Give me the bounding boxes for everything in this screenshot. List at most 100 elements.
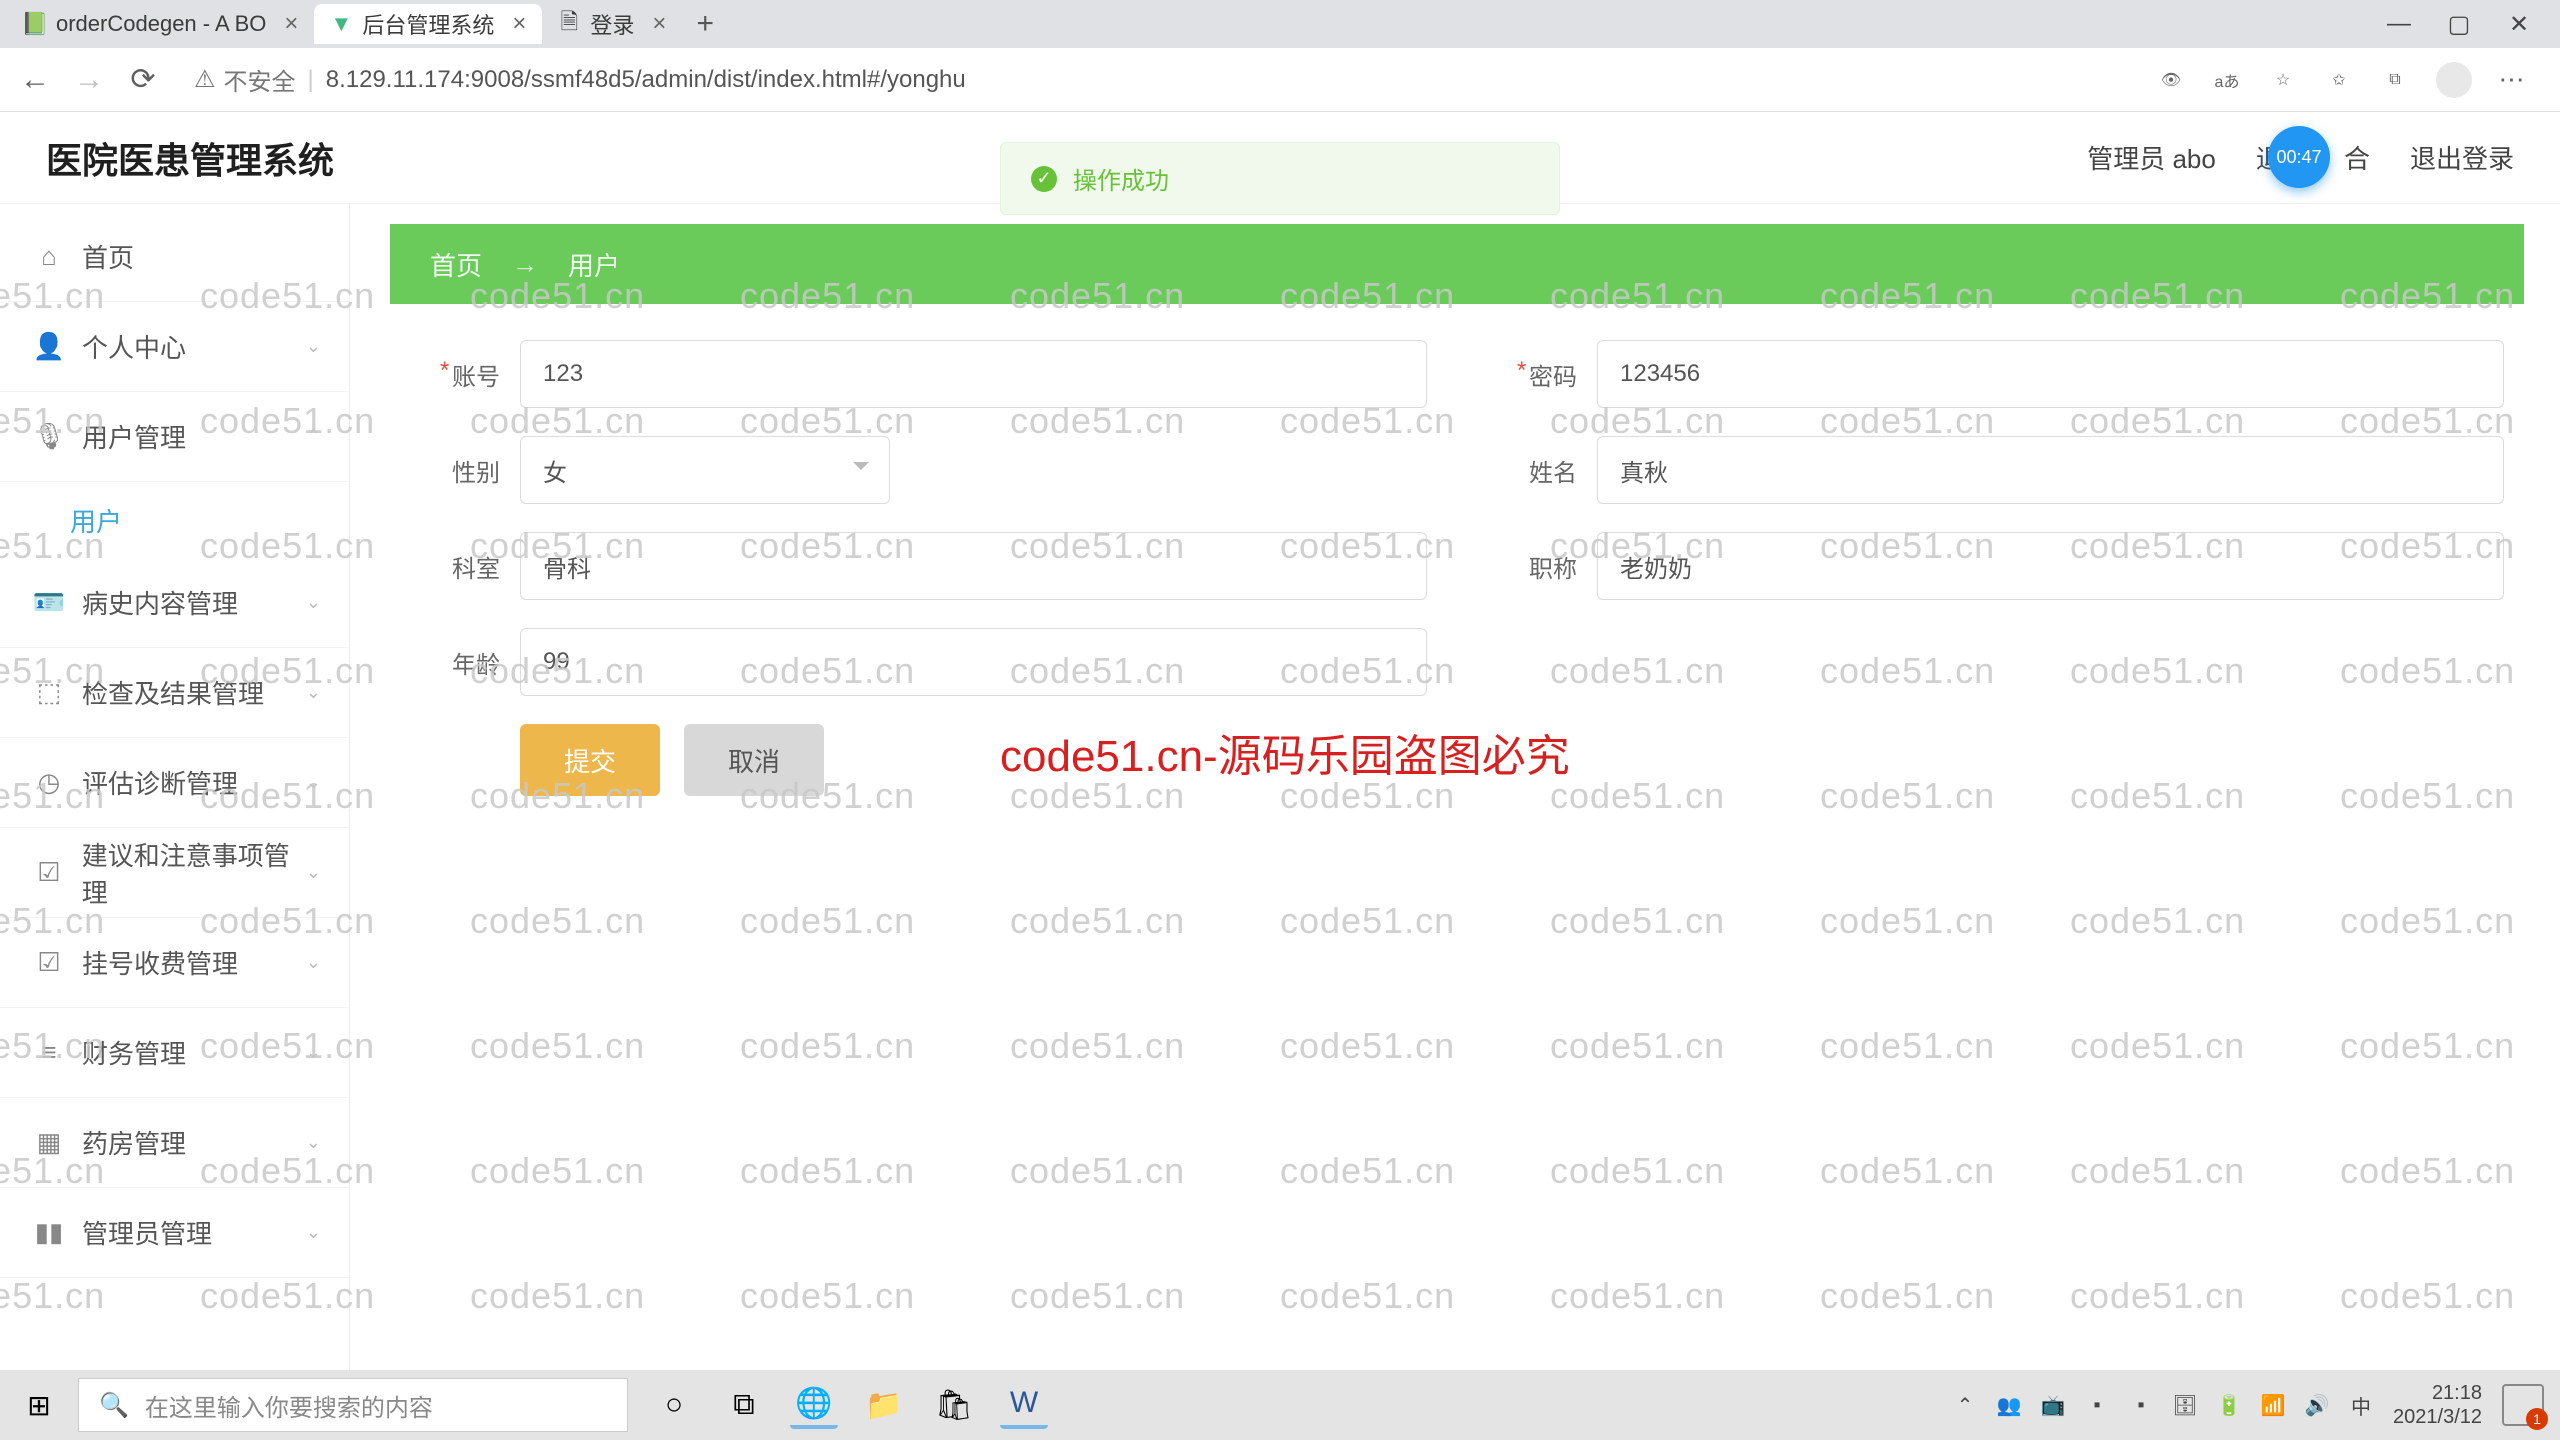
tab-favicon-icon: 📗	[24, 13, 46, 35]
sidebar-item-diagnosis[interactable]: ◷ 评估诊断管理 ⌄	[0, 738, 349, 828]
explorer-icon[interactable]: 📁	[860, 1381, 908, 1429]
gender-label: 性别	[410, 453, 520, 488]
sidebar-item-pharmacy[interactable]: ▦ 药房管理 ⌄	[0, 1098, 349, 1188]
tab-3[interactable]: 🗎 登录 ×	[542, 4, 682, 44]
sidebar-item-home[interactable]: ⌂ 首页	[0, 212, 349, 302]
reload-button[interactable]: ⟳	[126, 63, 160, 97]
close-icon[interactable]: ×	[652, 10, 666, 38]
sidebar-item-advice[interactable]: ☑ 建议和注意事项管理 ⌄	[0, 828, 349, 918]
sidebar-item-register[interactable]: ☑ 挂号收费管理 ⌄	[0, 918, 349, 1008]
timer-badge: 00:47	[2268, 126, 2330, 188]
ime-icon[interactable]: 中	[2349, 1393, 2373, 1417]
collections-icon[interactable]: ⧉	[2380, 65, 2410, 95]
back-button[interactable]: ←	[18, 63, 52, 97]
sidebar-item-label: 病史内容管理	[82, 584, 238, 621]
sidebar-item-label: 用户	[70, 502, 122, 539]
page-favicon-icon: 🗎	[558, 13, 580, 35]
dev-icon[interactable]: ▪	[2085, 1393, 2109, 1417]
term-icon[interactable]: ▪	[2129, 1393, 2153, 1417]
breadcrumb: 首页 → 用户	[390, 224, 2524, 304]
people-icon[interactable]: 👥	[1997, 1393, 2021, 1417]
gender-select[interactable]: 女	[520, 436, 890, 504]
submit-button[interactable]: 提交	[520, 724, 660, 796]
sidebar-item-label: 用户管理	[82, 418, 186, 455]
new-tab-button[interactable]: +	[682, 7, 728, 41]
close-window-icon[interactable]: ✕	[2506, 11, 2532, 37]
tab-2[interactable]: ▼ 后台管理系统 ×	[314, 4, 542, 44]
battery-icon[interactable]: 🔋	[2217, 1393, 2241, 1417]
sidebar-item-finance[interactable]: ≡ 财务管理 ⌄	[0, 1008, 349, 1098]
sidebar-item-label: 建议和注意事项管理	[82, 836, 313, 910]
sidebar-item-exam[interactable]: ⬚ 检查及结果管理 ⌄	[0, 648, 349, 738]
chevron-down-icon: ⌄	[306, 1042, 321, 1063]
sidebar-item-admin[interactable]: ▮▮ 管理员管理 ⌄	[0, 1188, 349, 1278]
favorite-icon[interactable]: ☆	[2268, 65, 2298, 95]
sidebar-item-profile[interactable]: 👤 个人中心 ⌄	[0, 302, 349, 392]
sidebar: ⌂ 首页 👤 个人中心 ⌄ 🎙 用户管理 ⌃ 用户 🪪 病史内容管理 ⌄ ⬚ 检…	[0, 204, 350, 1370]
sidebar-item-label: 个人中心	[82, 328, 186, 365]
store-icon[interactable]: 🛍	[930, 1381, 978, 1429]
age-input[interactable]: 99	[520, 628, 1427, 696]
account-label: 账号	[410, 357, 520, 392]
wifi-icon[interactable]: 📶	[2261, 1393, 2285, 1417]
taskview-icon[interactable]: ⧉	[720, 1381, 768, 1429]
breadcrumb-current: 用户	[568, 246, 620, 283]
sidebar-item-user-mgmt[interactable]: 🎙 用户管理 ⌃	[0, 392, 349, 482]
insecure-badge: ⚠ 不安全	[194, 62, 296, 97]
home-icon: ⌂	[36, 244, 62, 270]
title-label: 职称	[1487, 549, 1597, 584]
cortana-icon[interactable]: ○	[650, 1381, 698, 1429]
chevron-down-icon: ⌄	[306, 952, 321, 973]
dept-input[interactable]: 骨科	[520, 532, 1427, 600]
sidebar-item-user[interactable]: 用户	[0, 482, 349, 558]
edge-icon[interactable]: 🌐	[790, 1381, 838, 1429]
tab-title: 后台管理系统	[362, 8, 494, 40]
taskbar: ⊞ 🔍 在这里输入你要搜索的内容 ○ ⧉ 🌐 📁 🛍 W ⌃ 👥 📺 ▪ ▪ 🗄…	[0, 1370, 2560, 1440]
password-label: 密码	[1487, 357, 1597, 392]
sidebar-item-history[interactable]: 🪪 病史内容管理 ⌄	[0, 558, 349, 648]
volume-icon[interactable]: 🔊	[2305, 1393, 2329, 1417]
sidebar-item-label: 评估诊断管理	[82, 764, 238, 801]
sidebar-item-label: 挂号收费管理	[82, 944, 238, 981]
close-icon[interactable]: ×	[284, 10, 298, 38]
chevron-down-icon: ⌄	[306, 1222, 321, 1243]
chevron-down-icon: ⌄	[306, 772, 321, 793]
start-button[interactable]: ⊞	[0, 1370, 78, 1440]
chevron-up-icon[interactable]: ⌃	[1953, 1393, 1977, 1417]
notification-icon[interactable]	[2502, 1384, 2544, 1426]
vue-favicon-icon: ▼	[330, 13, 352, 35]
taskbar-clock[interactable]: 21:18 2021/3/12	[2393, 1381, 2482, 1429]
user-icon: 👤	[36, 334, 62, 360]
close-icon[interactable]: ×	[512, 10, 526, 38]
password-input[interactable]: 123456	[1597, 340, 2504, 408]
sidebar-item-label: 管理员管理	[82, 1214, 212, 1251]
reader-icon[interactable]: 👁	[2156, 65, 2186, 95]
translate-icon[interactable]: aあ	[2212, 65, 2242, 95]
db-icon[interactable]: 🗄	[2173, 1393, 2197, 1417]
search-placeholder: 在这里输入你要搜索的内容	[145, 1388, 433, 1423]
name-input[interactable]: 真秋	[1597, 436, 2504, 504]
sidebar-item-label: 财务管理	[82, 1034, 186, 1071]
id-icon: 🪪	[36, 590, 62, 616]
center-watermark: code51.cn-源码乐园盗图必究	[1000, 720, 1570, 784]
minimize-icon[interactable]: —	[2386, 11, 2412, 37]
forward-button: →	[72, 63, 106, 97]
taskbar-search[interactable]: 🔍 在这里输入你要搜索的内容	[78, 1378, 628, 1432]
tab-1[interactable]: 📗 orderCodegen - A BO ×	[8, 4, 314, 44]
account-input[interactable]: 123	[520, 340, 1427, 408]
maximize-icon[interactable]: ▢	[2446, 11, 2472, 37]
cancel-button[interactable]: 取消	[684, 724, 824, 796]
chevron-right-icon: →	[512, 249, 538, 280]
favorites-bar-icon[interactable]: ✩	[2324, 65, 2354, 95]
search-icon: 🔍	[99, 1391, 129, 1420]
url-field[interactable]: ⚠ 不安全 | 8.129.11.174:9008/ssmf48d5/admin…	[180, 62, 2122, 97]
profile-avatar-icon[interactable]	[2436, 62, 2472, 98]
title-input[interactable]: 老奶奶	[1597, 532, 2504, 600]
word-icon[interactable]: W	[1000, 1381, 1048, 1429]
breadcrumb-home[interactable]: 首页	[430, 246, 482, 283]
more-icon[interactable]: ⋯	[2498, 65, 2528, 95]
chevron-down-icon: ⌄	[306, 592, 321, 613]
cast-icon[interactable]: 📺	[2041, 1393, 2065, 1417]
crop-icon: ⬚	[36, 680, 62, 706]
logout-link[interactable]: 退出登录	[2410, 139, 2514, 176]
